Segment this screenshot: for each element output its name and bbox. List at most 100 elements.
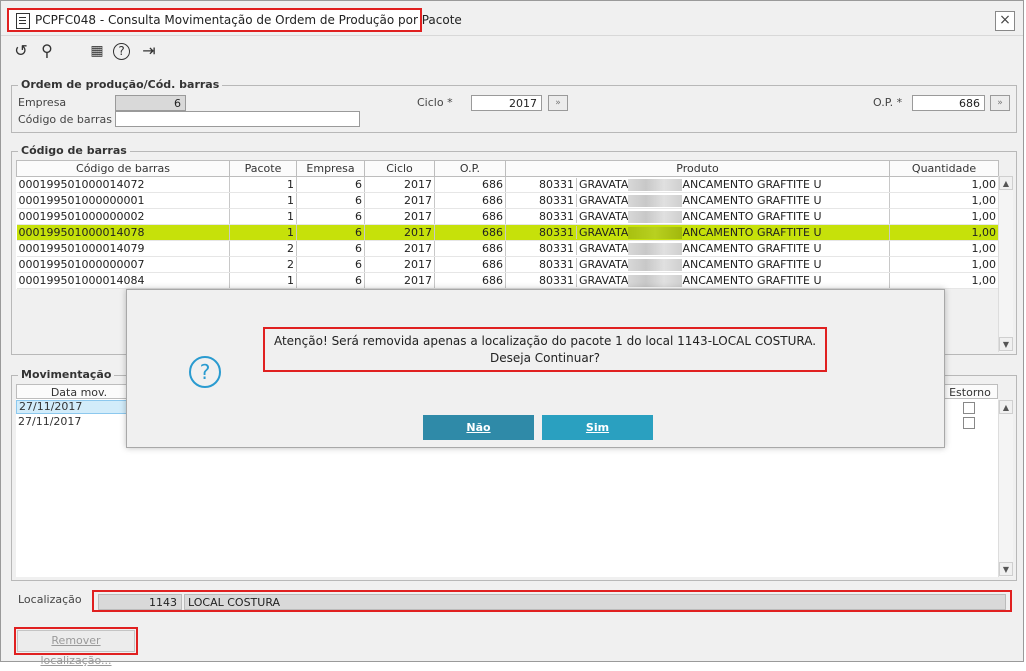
help-icon[interactable]: ? xyxy=(113,43,130,60)
produto-name-start: GRAVATA xyxy=(579,226,629,239)
close-button[interactable]: × xyxy=(995,11,1015,31)
dialog-message-line1: Atenção! Será removida apenas a localiza… xyxy=(273,334,817,348)
remove-localizacao-button[interactable]: Remover localização... xyxy=(17,630,135,667)
produto-name-end: ANCAMENTO GRAFTITE U xyxy=(682,258,822,271)
col-op[interactable]: O.P. xyxy=(434,160,506,177)
ciclo-lookup-button[interactable]: » xyxy=(548,95,568,111)
redacted-blur xyxy=(628,275,683,287)
document-icon xyxy=(16,13,30,29)
exit-icon[interactable]: ⇥ xyxy=(139,41,159,61)
pacote-cell: 2 xyxy=(229,256,297,273)
produto-code: 80331 xyxy=(508,274,577,287)
no-button[interactable]: Não xyxy=(423,415,534,440)
refresh-icon[interactable]: ↺ xyxy=(11,41,31,61)
pacote-cell: 1 xyxy=(229,224,297,241)
redacted-blur xyxy=(628,195,683,207)
yes-button[interactable]: Sim xyxy=(542,415,653,440)
produto-code: 80331 xyxy=(508,210,577,223)
confirm-dialog: ? Atenção! Será removida apenas a locali… xyxy=(126,289,945,448)
table-row[interactable]: 000199501000000001 1 6 2017 686 80331 GRAVATA A… xyxy=(16,192,999,209)
produto-cell: 80331 GRAVATA ANCAMENTO GRAFTITE U xyxy=(505,240,890,257)
op-cell: 686 xyxy=(434,192,506,209)
ciclo-cell: 2017 xyxy=(364,224,435,241)
codigo-cell: 000199501000000002 xyxy=(16,208,230,225)
scroll-down-arrow[interactable]: ▼ xyxy=(999,337,1013,351)
localizacao-name-field: LOCAL COSTURA xyxy=(184,594,1006,610)
op-cell: 686 xyxy=(434,176,506,193)
produto-name-start: GRAVATA xyxy=(579,194,629,207)
redacted-blur xyxy=(628,243,683,255)
produto-code: 80331 xyxy=(508,194,577,207)
produto-name-end: ANCAMENTO GRAFTITE U xyxy=(682,194,822,207)
estorno-checkbox[interactable] xyxy=(963,402,975,414)
op-field[interactable]: 686 xyxy=(912,95,985,111)
message-annotation: Atenção! Será removida apenas a localiza… xyxy=(263,327,827,372)
col-codigo[interactable]: Código de barras xyxy=(16,160,230,177)
scroll-up-arrow[interactable]: ▲ xyxy=(999,176,1013,190)
produto-name-start: GRAVATA xyxy=(579,242,629,255)
empresa-cell: 6 xyxy=(296,272,365,289)
empresa-cell: 6 xyxy=(296,176,365,193)
empresa-field: 6 xyxy=(115,95,186,111)
pacote-cell: 1 xyxy=(229,192,297,209)
table-row[interactable]: 000199501000000007 2 6 2017 686 80331 GRAVATA A… xyxy=(16,256,999,273)
produto-cell: 80331 GRAVATA ANCAMENTO GRAFTITE U xyxy=(505,224,890,241)
col-pacote[interactable]: Pacote xyxy=(229,160,297,177)
estorno-checkbox[interactable] xyxy=(963,417,975,429)
movimentacao-scrollbar[interactable]: ▲ ▼ xyxy=(998,400,1013,577)
ciclo-field[interactable]: 2017 xyxy=(471,95,542,111)
table-row[interactable]: 000199501000014078 1 6 2017 686 80331 GRAVATA A… xyxy=(16,224,999,241)
produto-code: 80331 xyxy=(508,258,577,271)
produto-code: 80331 xyxy=(508,178,577,191)
col-quantidade[interactable]: Quantidade xyxy=(889,160,999,177)
op-label: O.P. * xyxy=(873,96,903,109)
toolbar: ↺ ⚲ ▦ ? ⇥ xyxy=(1,36,1023,66)
ciclo-label: Ciclo * xyxy=(417,96,453,109)
calendar-icon[interactable]: ▦ xyxy=(87,41,107,61)
op-cell: 686 xyxy=(434,208,506,225)
op-lookup-button[interactable]: » xyxy=(990,95,1010,111)
search-icon[interactable]: ⚲ xyxy=(37,41,57,61)
col-estorno[interactable]: Estorno xyxy=(942,384,998,399)
ordem-group: Ordem de produção/Cód. barras Empresa 6 … xyxy=(11,78,1017,133)
table-row[interactable]: 000199501000014084 1 6 2017 686 80331 GRAVATA A… xyxy=(16,272,999,289)
ordem-legend: Ordem de produção/Cód. barras xyxy=(18,78,223,91)
produto-cell: 80331 GRAVATA ANCAMENTO GRAFTITE U xyxy=(505,256,890,273)
empresa-cell: 6 xyxy=(296,208,365,225)
produto-name-end: ANCAMENTO GRAFTITE U xyxy=(682,226,822,239)
scroll-up-arrow[interactable]: ▲ xyxy=(999,400,1013,414)
col-empresa[interactable]: Empresa xyxy=(296,160,365,177)
pacote-cell: 1 xyxy=(229,208,297,225)
codigo-cell: 000199501000014084 xyxy=(16,272,230,289)
table-row[interactable]: 000199501000014072 1 6 2017 686 80331 GRAVATA A… xyxy=(16,176,999,193)
dialog-message-line2: Deseja Continuar? xyxy=(490,351,600,365)
produto-cell: 80331 GRAVATA ANCAMENTO GRAFTITE U xyxy=(505,176,890,193)
table-row[interactable]: 000199501000014079 2 6 2017 686 80331 GRAVATA A… xyxy=(16,240,999,257)
col-ciclo[interactable]: Ciclo xyxy=(364,160,435,177)
codigos-legend: Código de barras xyxy=(18,144,130,157)
redacted-blur xyxy=(628,211,683,223)
empresa-cell: 6 xyxy=(296,224,365,241)
mov-row-date[interactable]: 27/11/2017 xyxy=(16,400,131,414)
col-data-mov[interactable]: Data mov. xyxy=(16,384,142,399)
ciclo-cell: 2017 xyxy=(364,272,435,289)
pacote-cell: 1 xyxy=(229,272,297,289)
quantidade-cell: 1,00 xyxy=(889,272,999,289)
scroll-down-arrow[interactable]: ▼ xyxy=(999,562,1013,576)
col-produto[interactable]: Produto xyxy=(505,160,890,177)
mov-row-date[interactable]: 27/11/2017 xyxy=(16,415,131,429)
table-row[interactable]: 000199501000000002 1 6 2017 686 80331 GRAVATA A… xyxy=(16,208,999,225)
op-cell: 686 xyxy=(434,240,506,257)
ciclo-cell: 2017 xyxy=(364,240,435,257)
empresa-cell: 6 xyxy=(296,240,365,257)
produto-code: 80331 xyxy=(508,226,577,239)
codigos-scrollbar[interactable]: ▲ ▼ xyxy=(998,176,1013,352)
codigo-field[interactable] xyxy=(115,111,360,127)
pacote-cell: 1 xyxy=(229,176,297,193)
codigo-label: Código de barras xyxy=(18,113,112,126)
op-cell: 686 xyxy=(434,272,506,289)
localizacao-label: Localização xyxy=(18,593,82,606)
codigos-table: Código de barras Pacote Empresa Ciclo O.… xyxy=(16,160,999,289)
produto-code: 80331 xyxy=(508,242,577,255)
produto-cell: 80331 GRAVATA ANCAMENTO GRAFTITE U xyxy=(505,192,890,209)
